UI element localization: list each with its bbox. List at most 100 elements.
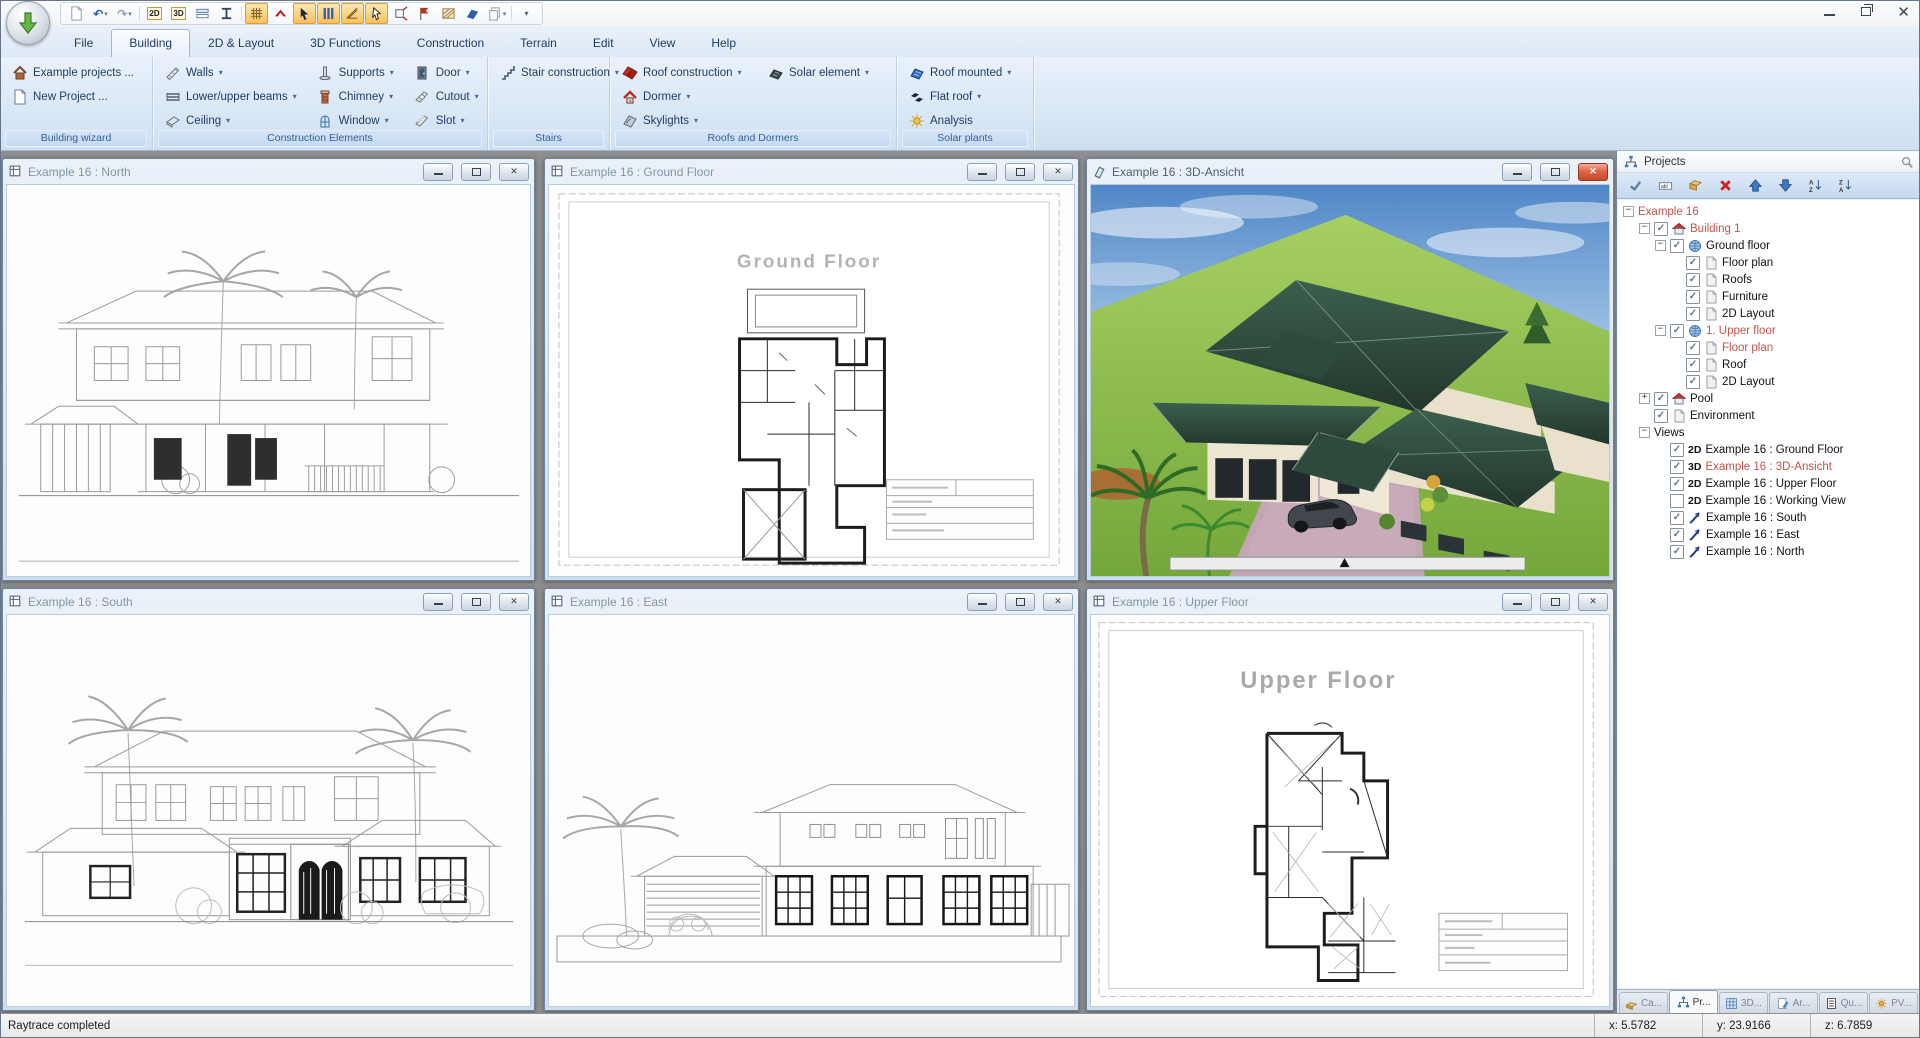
tree-item-environment[interactable]: Environment <box>1620 407 1919 424</box>
tab-view[interactable]: View <box>632 29 694 57</box>
visibility-checkbox[interactable] <box>1654 222 1668 236</box>
window-titlebar[interactable]: Example 16 : Upper Floor ✕ <box>1087 589 1613 614</box>
qat-copy-button[interactable]: ▾ <box>485 3 508 24</box>
tree-item-example-16-east[interactable]: Example 16 : East <box>1620 526 1919 543</box>
visibility-checkbox[interactable] <box>1686 273 1700 287</box>
panel-tab-3d[interactable]: 3D... <box>1719 992 1768 1013</box>
solar-element-button[interactable]: Solar element▾ <box>765 63 871 82</box>
tab-2d-layout[interactable]: 2D & Layout <box>190 29 292 57</box>
tab-file[interactable]: File <box>56 29 111 57</box>
projects-toolbar-sort-za-button[interactable]: ZA <box>1831 175 1859 196</box>
example-projects-button[interactable]: Example projects ... <box>9 63 136 82</box>
restore-button[interactable] <box>1005 163 1035 181</box>
roof-mounted-button[interactable]: Roof mounted▾ <box>906 63 1013 82</box>
qat-transform-button[interactable] <box>389 3 412 24</box>
tree-item-example-16-3d-ansicht[interactable]: 3DExample 16 : 3D-Ansicht <box>1620 458 1919 475</box>
drawing-area-east-elevation[interactable] <box>548 614 1075 1007</box>
visibility-checkbox[interactable] <box>1686 307 1700 321</box>
tree-item-furniture[interactable]: Furniture <box>1620 288 1919 305</box>
tab-construction[interactable]: Construction <box>399 29 502 57</box>
projects-toolbar-apply-button[interactable] <box>1621 175 1649 196</box>
window-titlebar[interactable]: Example 16 : 3D-Ansicht ✕ <box>1087 159 1613 184</box>
visibility-checkbox[interactable] <box>1670 477 1684 491</box>
dormer-button[interactable]: Dormer▾ <box>619 87 749 106</box>
panel-tab-pr[interactable]: Pr... <box>1669 990 1718 1013</box>
tab-terrain[interactable]: Terrain <box>502 29 575 57</box>
tab-building[interactable]: Building <box>111 29 190 58</box>
roof-construction-button[interactable]: Roof construction▾ <box>619 63 749 82</box>
supports-button[interactable]: Supports▾ <box>315 63 396 82</box>
tree-item-pool[interactable]: +Pool <box>1620 390 1919 407</box>
minimize-button[interactable] <box>1502 163 1532 181</box>
visibility-checkbox[interactable] <box>1654 392 1668 406</box>
minimize-button[interactable] <box>1502 593 1532 611</box>
drawing-area-north-elevation[interactable] <box>6 184 531 577</box>
walls-button[interactable]: Walls▾ <box>162 63 299 82</box>
qat-section-view-button[interactable] <box>191 3 214 24</box>
minimize-button[interactable] <box>423 163 453 181</box>
close-button[interactable]: ✕ <box>499 593 529 611</box>
new-project-button[interactable]: New Project ... <box>9 87 136 106</box>
skylights-button[interactable]: Skylights▾ <box>619 111 749 130</box>
tree-item-floor-plan[interactable]: Floor plan <box>1620 254 1919 271</box>
qat-roof-blue-button[interactable] <box>461 3 484 24</box>
close-button[interactable]: ✕ <box>499 163 529 181</box>
tree-item-building-1[interactable]: −Building 1 <box>1620 220 1919 237</box>
qat-flag-button[interactable] <box>413 3 436 24</box>
restore-button[interactable] <box>1540 593 1570 611</box>
close-button[interactable]: ✕ <box>1043 593 1073 611</box>
projects-toolbar-move-up-button[interactable] <box>1741 175 1769 196</box>
cutout-button[interactable]: Cutout▾ <box>412 87 481 106</box>
door-button[interactable]: Door▾ <box>412 63 481 82</box>
visibility-checkbox[interactable] <box>1670 239 1684 253</box>
tree-item-example-16-working-view[interactable]: 2DExample 16 : Working View <box>1620 492 1919 509</box>
collapse-icon[interactable]: − <box>1655 325 1666 336</box>
minimize-button[interactable] <box>423 593 453 611</box>
projects-toolbar-sort-az-button[interactable]: AZ <box>1801 175 1829 196</box>
qat-new-document-button[interactable] <box>65 3 88 24</box>
tree-item-roofs[interactable]: Roofs <box>1620 271 1919 288</box>
stair-construction-button[interactable]: Stair construction▾ <box>497 63 621 82</box>
tree-item-views[interactable]: −Views <box>1620 424 1919 441</box>
close-button[interactable]: ✕ <box>1578 593 1608 611</box>
lower-upper-beams-button[interactable]: Lower/upper beams▾ <box>162 87 299 106</box>
restore-button[interactable] <box>1005 593 1035 611</box>
drawing-area-south-elevation[interactable] <box>6 614 531 1007</box>
expand-icon[interactable]: + <box>1639 393 1650 404</box>
minimize-button[interactable] <box>967 593 997 611</box>
tab-edit[interactable]: Edit <box>575 29 632 57</box>
tree-item-example-16-north[interactable]: Example 16 : North <box>1620 543 1919 560</box>
drawing-area-ground-floor-plan[interactable]: Ground Floor <box>548 184 1075 577</box>
visibility-checkbox[interactable] <box>1670 511 1684 525</box>
collapse-icon[interactable]: − <box>1655 240 1666 251</box>
tree-item-floor-plan[interactable]: Floor plan <box>1620 339 1919 356</box>
panel-tab-pv[interactable]: PV... <box>1869 992 1918 1013</box>
tree-item-example-16-south[interactable]: Example 16 : South <box>1620 509 1919 526</box>
analysis-button[interactable]: Analysis <box>906 111 1013 130</box>
drawing-area-upper-floor-plan[interactable]: Upper Floor <box>1090 614 1610 1007</box>
visibility-checkbox[interactable] <box>1670 494 1684 508</box>
qat-qat-more-button[interactable]: ▾ <box>515 3 538 24</box>
tab-3d-functions[interactable]: 3D Functions <box>292 29 399 57</box>
restore-button[interactable] <box>461 593 491 611</box>
visibility-checkbox[interactable] <box>1686 358 1700 372</box>
chimney-button[interactable]: Chimney▾ <box>315 87 396 106</box>
visibility-checkbox[interactable] <box>1670 460 1684 474</box>
projects-toolbar-edit-properties-button[interactable] <box>1681 175 1709 196</box>
window-titlebar[interactable]: Example 16 : North ✕ <box>3 159 534 184</box>
collapse-icon[interactable]: − <box>1623 206 1634 217</box>
visibility-checkbox[interactable] <box>1686 256 1700 270</box>
visibility-checkbox[interactable] <box>1670 528 1684 542</box>
window-titlebar[interactable]: Example 16 : South ✕ <box>3 589 534 614</box>
tree-item-1-upper-floor[interactable]: −1. Upper floor <box>1620 322 1919 339</box>
slot-button[interactable]: Slot▾ <box>412 111 481 130</box>
tree-item-2d-layout[interactable]: 2D Layout <box>1620 305 1919 322</box>
visibility-checkbox[interactable] <box>1686 375 1700 389</box>
minimize-button[interactable] <box>967 163 997 181</box>
close-button[interactable]: ✕ <box>1578 163 1608 181</box>
qat-wall-layers-button[interactable] <box>317 3 340 24</box>
window-titlebar[interactable]: Example 16 : Ground Floor ✕ <box>545 159 1078 184</box>
panel-tab-ca[interactable]: Ca... <box>1619 992 1668 1013</box>
qat-undo-button[interactable]: ↶▾ <box>89 3 112 24</box>
qat-hatch-button[interactable] <box>437 3 460 24</box>
